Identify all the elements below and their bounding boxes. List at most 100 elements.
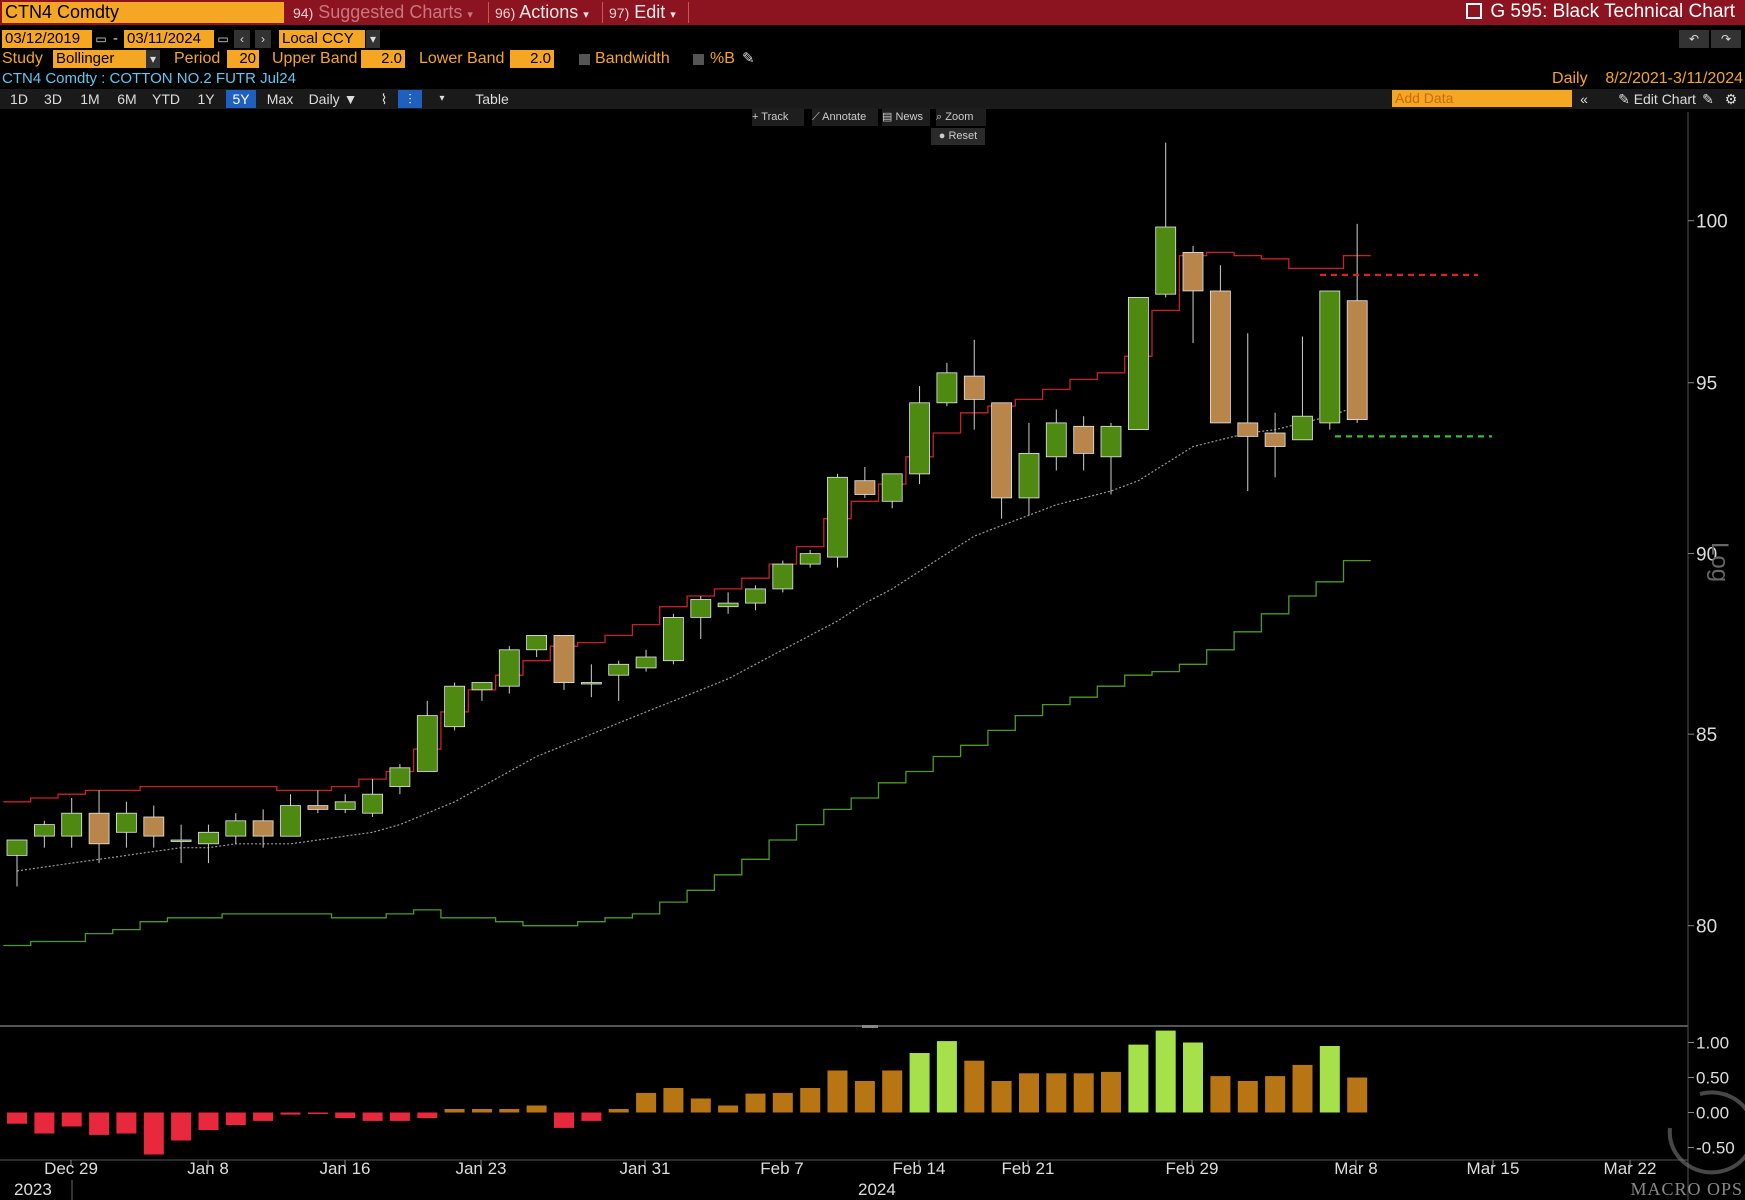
actions-label: Actions: [519, 2, 579, 22]
pctb-checkbox[interactable]: [693, 54, 704, 65]
pctb-bar: [1347, 1077, 1368, 1113]
pctb-bar: [253, 1112, 274, 1121]
news-tool[interactable]: ▤ News: [882, 108, 930, 126]
study-select[interactable]: Bollinger: [53, 50, 146, 68]
crosshair-icon: +: [752, 111, 759, 123]
end-date-input[interactable]: 03/11/2024: [124, 30, 214, 48]
candle-body: [362, 793, 384, 814]
suggested-charts-num: 94): [293, 5, 314, 21]
x-tick-label: Mar 8: [1334, 1159, 1377, 1178]
pctb-bar: [772, 1092, 793, 1113]
chevron-left-icon[interactable]: ‹: [234, 30, 250, 48]
middle-bollinger-band: [16, 405, 1358, 872]
annotate-tool[interactable]: ⟋ Annotate: [812, 108, 878, 126]
pctb-bar: [745, 1093, 766, 1113]
pctb-bar: [1128, 1044, 1149, 1113]
actions-menu[interactable]: 96) Actions ▾: [495, 0, 589, 25]
redo-icon[interactable]: ↷: [1711, 30, 1741, 48]
reset-icon: ●: [938, 130, 946, 142]
candle-body: [1319, 290, 1341, 424]
double-chevron-left-icon[interactable]: «: [1573, 90, 1595, 108]
track-tool[interactable]: + Track: [752, 108, 804, 126]
pctb-bar: [800, 1088, 821, 1113]
lower-band-input[interactable]: 2.0: [510, 50, 554, 68]
pctb-bar: [307, 1112, 328, 1114]
period-ytd[interactable]: YTD: [148, 90, 184, 108]
pctb-bar: [499, 1109, 520, 1113]
candle-body: [745, 588, 766, 604]
pctb-bar: [417, 1112, 438, 1119]
date-range-readout: Daily 8/2/2021-3/11/2024: [1552, 70, 1743, 88]
candle-chart-icon[interactable]: ⫶: [398, 90, 422, 108]
calendar-icon[interactable]: ▭: [94, 30, 108, 48]
year-label: 2024: [858, 1180, 896, 1199]
candle-body: [608, 663, 630, 676]
x-tick-label: Feb 29: [1166, 1159, 1219, 1178]
x-tick-label: Mar 22: [1604, 1159, 1657, 1178]
annotate-icon: ⟋: [812, 111, 820, 123]
pctb-bar: [472, 1109, 492, 1113]
period-input[interactable]: 20: [227, 50, 259, 68]
candle-body: [1155, 226, 1177, 295]
external-link-icon[interactable]: [1466, 3, 1483, 19]
chevron-down-icon[interactable]: ▾: [146, 50, 160, 68]
period-1d[interactable]: 1D: [4, 90, 34, 108]
zoom-tool[interactable]: ⌕ Zoom: [936, 108, 986, 126]
chevron-down-icon[interactable]: ▾: [432, 90, 452, 108]
y-tick-label: 80: [1696, 917, 1717, 938]
pctb-bar: [718, 1105, 739, 1113]
candle-body: [1073, 425, 1095, 454]
undo-icon[interactable]: ↶: [1679, 30, 1709, 48]
candle-body: [581, 682, 602, 685]
edit-menu[interactable]: 97) Edit ▾: [609, 0, 676, 25]
start-date-input[interactable]: 03/12/2019: [2, 30, 92, 48]
price-chart: 80 85 90 95 100 Log 1.00 0.50 0.00 -0.50 Dec 29 J…: [0, 112, 1745, 1200]
line-chart-icon[interactable]: ⌇: [373, 90, 395, 108]
candle-body: [936, 372, 958, 404]
chevron-down-icon: ▾: [583, 9, 589, 21]
period-1m[interactable]: 1M: [74, 90, 106, 108]
candle-body: [143, 816, 165, 837]
track-label: Track: [761, 111, 789, 123]
period-1y[interactable]: 1Y: [190, 90, 222, 108]
candle-body: [854, 480, 876, 495]
x-tick-label: Feb 21: [1002, 1159, 1055, 1178]
frequency-select[interactable]: Daily ▼: [303, 90, 363, 108]
pctb-bar: [89, 1112, 110, 1135]
table-button[interactable]: Table: [460, 90, 524, 108]
chart-title: G 595: Black Technical Chart: [1466, 0, 1735, 25]
suggested-charts-menu[interactable]: 94) Suggested Charts ▾: [293, 0, 473, 25]
currency-select[interactable]: Local CCY: [279, 30, 365, 48]
candle-body: [827, 476, 848, 558]
ticker-input[interactable]: CTN4 Comdty: [2, 2, 284, 23]
period-max[interactable]: Max: [262, 90, 298, 108]
edit-label: Edit: [634, 2, 666, 22]
candle-body: [444, 685, 466, 728]
calendar-icon[interactable]: ▭: [216, 30, 230, 48]
upper-band-input[interactable]: 2.0: [361, 50, 405, 68]
chevron-down-icon[interactable]: ▾: [366, 30, 380, 48]
period-3d[interactable]: 3D: [38, 90, 68, 108]
candle-body: [663, 617, 684, 662]
pctb-bar: [225, 1112, 246, 1126]
pctb-bar: [1101, 1071, 1121, 1113]
period-5y[interactable]: 5Y: [226, 90, 256, 108]
pencil-icon[interactable]: ✎: [742, 49, 755, 67]
candle-body: [909, 402, 930, 475]
pctb-bar: [1073, 1073, 1094, 1113]
bandwidth-checkbox[interactable]: [579, 54, 590, 65]
reset-button[interactable]: ● Reset: [931, 128, 985, 145]
gear-icon[interactable]: ⚙: [1720, 90, 1742, 108]
chart-title-text: G 595: Black Technical Chart: [1490, 1, 1735, 22]
panel-resize-handle: [862, 1025, 878, 1028]
add-data-input[interactable]: Add Data: [1392, 90, 1572, 107]
edit-square-icon[interactable]: ✎: [1698, 90, 1718, 108]
actions-num: 96): [495, 5, 516, 21]
security-description: CTN4 Comdty : COTTON NO.2 FUTR Jul24: [2, 70, 296, 87]
pctb-bar: [362, 1112, 383, 1121]
pctb-bar: [389, 1112, 410, 1121]
pctb-bar: [1046, 1073, 1067, 1113]
period-6m[interactable]: 6M: [111, 90, 143, 108]
x-tick-label: Jan 31: [619, 1159, 670, 1178]
chevron-right-icon[interactable]: ›: [255, 30, 271, 48]
